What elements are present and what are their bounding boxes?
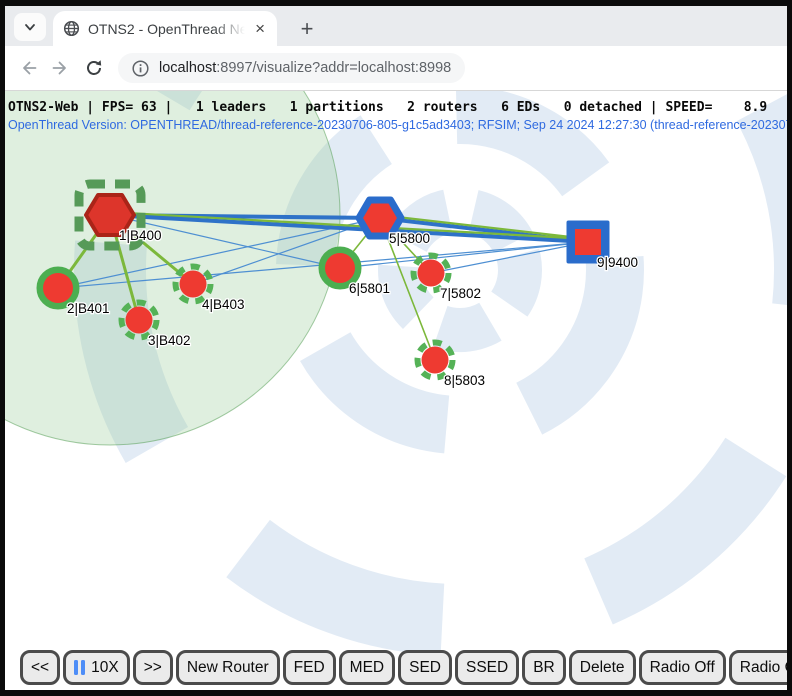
toolbar-button-label: BR bbox=[533, 659, 555, 677]
node-7-5802[interactable] bbox=[418, 260, 445, 287]
toolbar-button-label: Delete bbox=[580, 659, 625, 677]
toolbar-button-sed[interactable]: SED bbox=[398, 650, 452, 685]
node-label: 5|5800 bbox=[389, 231, 430, 246]
back-icon[interactable] bbox=[18, 58, 38, 78]
node-label: 4|B403 bbox=[202, 297, 245, 312]
openthread-version-line: OpenThread Version: OPENTHREAD/thread-re… bbox=[8, 118, 787, 132]
toolbar-button-br[interactable]: BR bbox=[522, 650, 566, 685]
node-label: 7|5802 bbox=[440, 286, 481, 301]
node-3-b402[interactable] bbox=[126, 307, 153, 334]
link-6-9 bbox=[340, 242, 588, 268]
toolbar-button-label: New Router bbox=[187, 659, 269, 677]
url-path: :8997/visualize?addr=localhost:8998 bbox=[216, 60, 451, 76]
toolbar-button-delete[interactable]: Delete bbox=[569, 650, 636, 685]
node-label: 3|B402 bbox=[148, 333, 191, 348]
node-label: 8|5803 bbox=[444, 373, 485, 388]
tab-search-button[interactable] bbox=[14, 13, 46, 41]
action-toolbar: << 10X >> New Router FED MED SED SSED BR Delete Ra… bbox=[20, 650, 787, 685]
toolbar-button-speed[interactable]: 10X bbox=[63, 650, 130, 685]
omnibox[interactable]: localhost:8997/visualize?addr=localhost:… bbox=[118, 53, 465, 83]
toolbar-button-label: SED bbox=[409, 659, 441, 677]
toolbar-button-label: MED bbox=[350, 659, 384, 677]
toolbar-button-speed-down[interactable]: << bbox=[20, 650, 60, 685]
network-graph: 1|B400 2|B401 3|B402 4|B403 5|5800 6|5801 7|58… bbox=[5, 91, 787, 690]
toolbar-button-label: << bbox=[31, 659, 49, 677]
tab-close-button[interactable]: × bbox=[253, 20, 267, 37]
url-toolbar: localhost:8997/visualize?addr=localhost:… bbox=[5, 46, 787, 91]
window-frame: OTNS2 - OpenThread Ne × + bbox=[0, 0, 792, 696]
forward-icon[interactable] bbox=[51, 58, 71, 78]
chevron-down-icon bbox=[23, 20, 37, 34]
visualization-canvas[interactable]: 1|B400 2|B401 3|B402 4|B403 5|5800 6|5801 7|58… bbox=[5, 91, 787, 690]
pause-icon bbox=[74, 660, 85, 675]
toolbar-button-fed[interactable]: FED bbox=[283, 650, 336, 685]
toolbar-button-ssed[interactable]: SSED bbox=[455, 650, 519, 685]
tab-title: OTNS2 - OpenThread Ne bbox=[88, 21, 245, 37]
url-host: localhost bbox=[159, 60, 216, 76]
toolbar-button-radio-off[interactable]: Radio Off bbox=[639, 650, 726, 685]
node-label: 6|5801 bbox=[349, 281, 390, 296]
toolbar-button-label: FED bbox=[294, 659, 325, 677]
toolbar-button-speed-up[interactable]: >> bbox=[133, 650, 173, 685]
node-4-b403[interactable] bbox=[180, 271, 207, 298]
refresh-icon[interactable] bbox=[84, 58, 104, 78]
browser-chrome: OTNS2 - OpenThread Ne × + bbox=[5, 6, 787, 91]
toolbar-button-label: SSED bbox=[466, 659, 508, 677]
node-label: 9|9400 bbox=[597, 255, 638, 270]
tab-strip: OTNS2 - OpenThread Ne × + bbox=[5, 6, 787, 46]
status-line: OTNS2-Web | FPS= 63 | 1 leaders 1 partit… bbox=[8, 100, 767, 115]
new-tab-button[interactable]: + bbox=[292, 14, 322, 44]
url-text: localhost:8997/visualize?addr=localhost:… bbox=[159, 60, 451, 76]
browser-tab[interactable]: OTNS2 - OpenThread Ne × bbox=[53, 11, 277, 46]
node-6-5801[interactable] bbox=[325, 253, 355, 283]
node-label: 1|B400 bbox=[119, 228, 162, 243]
toolbar-button-label: Radio On bbox=[740, 659, 787, 677]
toolbar-button-label: 10X bbox=[91, 659, 119, 677]
toolbar-button-label: Radio Off bbox=[650, 659, 715, 677]
toolbar-button-med[interactable]: MED bbox=[339, 650, 395, 685]
toolbar-button-radio-on[interactable]: Radio On bbox=[729, 650, 787, 685]
node-9-9400-core bbox=[575, 229, 601, 255]
node-label: 2|B401 bbox=[67, 301, 110, 316]
node-8-5803[interactable] bbox=[422, 347, 449, 374]
toolbar-button-label: >> bbox=[144, 659, 162, 677]
globe-icon bbox=[63, 20, 80, 37]
info-icon[interactable] bbox=[132, 60, 149, 77]
node-2-b401[interactable] bbox=[43, 273, 73, 303]
toolbar-button-new-router[interactable]: New Router bbox=[176, 650, 280, 685]
